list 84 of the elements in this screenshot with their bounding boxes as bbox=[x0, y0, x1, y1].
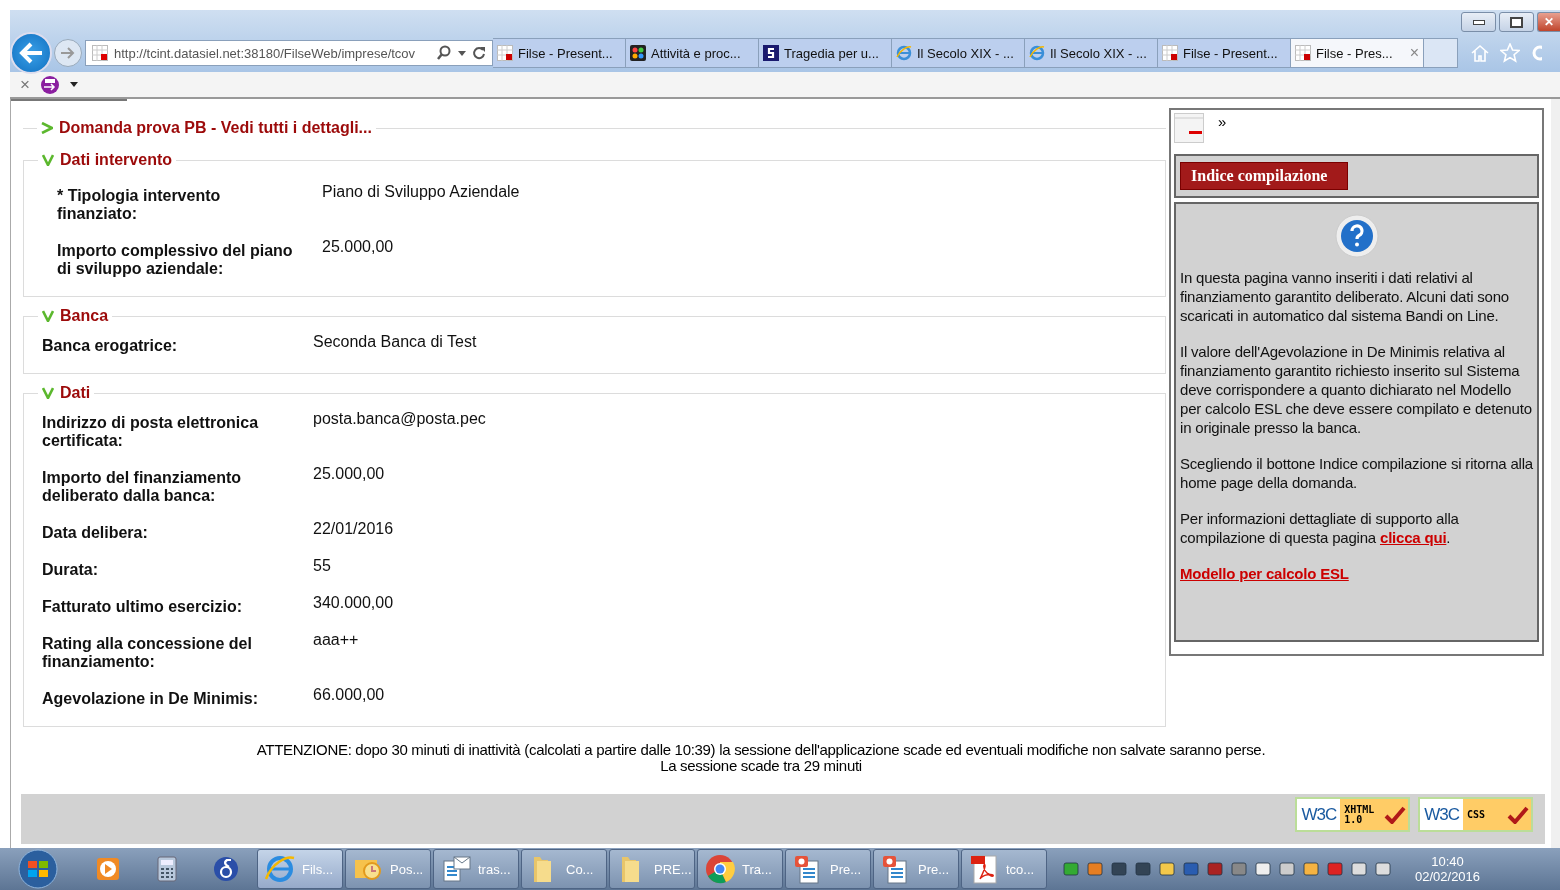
help-paragraph: Scegliendo il bottone Indice compilazione si ritorna alla home page della domanda. bbox=[1180, 454, 1533, 492]
browser-tab[interactable]: Filse - Pres... × bbox=[1291, 38, 1424, 68]
browser-tab[interactable]: Tragedia per u... bbox=[759, 38, 892, 68]
model-link[interactable]: Modello per calcolo ESL bbox=[1180, 565, 1349, 582]
pdf-icon bbox=[968, 853, 1000, 885]
restore-button[interactable] bbox=[1499, 12, 1534, 32]
tray-icon[interactable] bbox=[1375, 861, 1391, 877]
delta-icon[interactable] bbox=[212, 855, 240, 883]
field-value: Seconda Banca di Test bbox=[313, 333, 477, 352]
field-label: Fatturato ultimo esercizio: bbox=[42, 598, 244, 616]
arrow-left-icon bbox=[18, 42, 44, 64]
star-icon[interactable] bbox=[1500, 43, 1520, 63]
field-label: * Tipologia intervento finanziato: bbox=[57, 187, 222, 223]
url-text: http://tcint.datasiel.net:38180/FilseWeb/imprese/tcov bbox=[114, 45, 417, 61]
tray-icon[interactable] bbox=[1183, 861, 1199, 877]
field-label: Importo del finanziamento deliberato dalla banca: bbox=[42, 469, 243, 505]
minimize-button[interactable] bbox=[1461, 12, 1496, 32]
section-title[interactable]: Domanda prova PB - Vedi tutti i dettagli... bbox=[59, 119, 372, 137]
back-button[interactable] bbox=[10, 32, 52, 74]
close-toolbar-button[interactable]: × bbox=[20, 74, 30, 95]
field-label: Importo complessivo del piano di sviluppo aziendale: bbox=[57, 242, 294, 278]
scrollbar[interactable] bbox=[1551, 99, 1560, 848]
section-title[interactable]: Dati bbox=[60, 384, 91, 402]
new-tab-button[interactable] bbox=[1424, 38, 1458, 68]
field-value: posta.banca@posta.pec bbox=[313, 410, 486, 429]
pdf-convert-icon[interactable] bbox=[39, 74, 60, 95]
browser-tab[interactable]: Il Secolo XIX - ... bbox=[892, 38, 1025, 68]
tray-icon[interactable] bbox=[1231, 861, 1247, 877]
doc-icon bbox=[440, 853, 472, 885]
media-player-icon[interactable] bbox=[94, 855, 122, 883]
browser-tab[interactable]: Filse - Present... bbox=[493, 38, 626, 68]
field-value: 55 bbox=[313, 557, 331, 576]
ie-icon bbox=[264, 853, 296, 885]
field-value: 66.000,00 bbox=[313, 686, 385, 705]
section-title[interactable]: Dati intervento bbox=[60, 151, 172, 169]
forward-button[interactable] bbox=[54, 39, 82, 67]
validation-badge[interactable]: W3C CSS bbox=[1418, 797, 1533, 832]
help-icon bbox=[1334, 214, 1379, 258]
field-value: 22/01/2016 bbox=[313, 520, 394, 539]
session-timer: La sessione scade tra 29 minuti bbox=[659, 758, 862, 774]
clock-date[interactable]: 02/02/2016 bbox=[1415, 869, 1481, 884]
tray-icon[interactable] bbox=[1135, 861, 1151, 877]
tray-icon[interactable] bbox=[1159, 861, 1175, 877]
search-icon[interactable] bbox=[436, 45, 452, 61]
arrow-right-icon bbox=[60, 46, 76, 60]
field-label: Agevolazione in De Minimis: bbox=[42, 690, 260, 708]
tray-icon[interactable] bbox=[1111, 861, 1127, 877]
caret-icon[interactable] bbox=[69, 82, 78, 87]
tray-icon[interactable] bbox=[1063, 861, 1079, 877]
field-value: 25.000,00 bbox=[313, 465, 385, 484]
tray-icon[interactable] bbox=[1087, 861, 1103, 877]
field-value: 340.000,00 bbox=[313, 594, 394, 613]
field-value: aaa++ bbox=[313, 631, 359, 650]
help-paragraph: Per informazioni dettagliate di supporto alla compilazione di questa pagina clicca qui. bbox=[1180, 509, 1460, 547]
globe-e-icon bbox=[1029, 45, 1045, 61]
field-label: Durata: bbox=[42, 561, 99, 579]
tray-icon[interactable] bbox=[1327, 861, 1343, 877]
inactivity-warning: ATTENZIONE: dopo 30 minuti di inattività (calcolati a partire dalle 10:39) la sessione dell'applicazione scade ed eventuali modifiche non salvate saranno perse. bbox=[255, 741, 1267, 758]
field-label: Banca erogatrice: bbox=[42, 337, 179, 355]
dropdown-caret-icon[interactable] bbox=[458, 50, 466, 56]
tray-icon[interactable] bbox=[1279, 861, 1295, 877]
tray-icon[interactable] bbox=[1207, 861, 1223, 877]
start-button[interactable] bbox=[16, 849, 60, 889]
field-value: Piano di Sviluppo Aziendale bbox=[322, 183, 520, 202]
browser-tab[interactable]: Il Secolo XIX - ... bbox=[1025, 38, 1158, 68]
field-value: 25.000,00 bbox=[322, 238, 394, 257]
refresh-icon[interactable] bbox=[472, 46, 486, 60]
browser-tab[interactable]: Attività e proc... bbox=[626, 38, 759, 68]
field-label: Data delibera: bbox=[42, 524, 149, 542]
tray-icon[interactable] bbox=[1255, 861, 1271, 877]
help-paragraph: In questa pagina vanno inseriti i dati relativi al finanziamento garantito deliberato. Alcuni dati sono scaricati in automatico dal sistema Bandi on Line. bbox=[1180, 268, 1510, 325]
collapse-panel-button[interactable]: » bbox=[1218, 113, 1227, 130]
tray-icon[interactable] bbox=[1303, 861, 1319, 877]
browser-tab[interactable]: Filse - Present... bbox=[1158, 38, 1291, 68]
field-label: Indirizzo di posta elettronica certificata: bbox=[42, 414, 260, 450]
field-label: Rating alla concessione del finanziamento: bbox=[42, 635, 253, 671]
section-title[interactable]: Banca bbox=[60, 307, 109, 325]
index-button[interactable]: Indice compilazione bbox=[1180, 162, 1349, 190]
panel-layout-icon[interactable] bbox=[1174, 113, 1204, 143]
chrome-icon bbox=[704, 853, 736, 885]
help-paragraph: Il valore dell'Agevolazione in De Minimis relativa al finanziamento garantito richiesto inserito sul Sistema deve corrispondere a quanto dichiarato nel Modello per calcolo ESL che deve essere compilato e detenuto in originale presso la banca. bbox=[1180, 342, 1533, 437]
globe-e-icon bbox=[896, 45, 912, 61]
tray-icon[interactable] bbox=[1351, 861, 1367, 877]
address-bar[interactable]: http://tcint.datasiel.net:38180/FilseWeb/imprese/tcov bbox=[85, 40, 493, 66]
